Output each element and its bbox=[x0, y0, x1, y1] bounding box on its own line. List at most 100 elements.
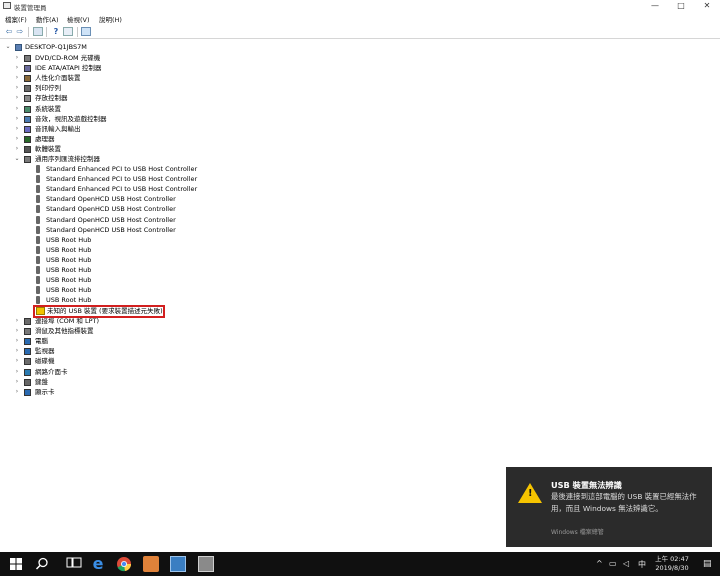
tree-usb-item-6[interactable]: Standard OpenHCD USB Host Controller bbox=[0, 225, 220, 235]
tree-usb-item-5[interactable]: Standard OpenHCD USB Host Controller bbox=[0, 215, 220, 225]
tree-category-0[interactable]: › DVD/CD-ROM 光碟機 bbox=[0, 53, 220, 63]
close-button[interactable]: ✕ bbox=[694, 0, 720, 12]
menu-help[interactable]: 說明(H) bbox=[99, 14, 122, 24]
tree-item-label: Standard OpenHCD USB Host Controller bbox=[46, 225, 176, 234]
tree-category-after-2[interactable]: › 電腦 bbox=[0, 336, 220, 346]
ime-indicator[interactable]: 中 bbox=[638, 559, 646, 570]
collapse-chevron-icon[interactable]: ⌄ bbox=[4, 42, 12, 52]
volume-icon[interactable]: ◁ bbox=[623, 559, 629, 568]
expand-chevron-icon[interactable]: › bbox=[13, 387, 21, 397]
category-icon bbox=[24, 358, 31, 366]
tree-usb-item-10[interactable]: USB Root Hub bbox=[0, 265, 220, 275]
tree-category-after-3[interactable]: › 監視器 bbox=[0, 346, 220, 356]
category-icon bbox=[24, 95, 31, 103]
tree-category-10[interactable]: ⌄ 通用序列匯流排控制器 bbox=[0, 154, 220, 164]
expand-chevron-icon[interactable]: › bbox=[13, 63, 21, 73]
tree-item-label: Standard Enhanced PCI to USB Host Contro… bbox=[46, 165, 198, 173]
tree-category-5[interactable]: › 系統裝置 bbox=[0, 104, 220, 114]
tree-usb-item-0[interactable]: Standard Enhanced PCI to USB Host Contro… bbox=[0, 164, 220, 174]
maximize-button[interactable]: □ bbox=[668, 0, 694, 12]
usb-plug-icon bbox=[36, 266, 40, 274]
edge-browser-icon[interactable]: e bbox=[90, 556, 106, 572]
search-icon[interactable] bbox=[34, 556, 50, 572]
tree-usb-item-3[interactable]: Standard OpenHCD USB Host Controller bbox=[0, 194, 220, 204]
remote-desktop-icon[interactable] bbox=[170, 556, 186, 572]
expand-chevron-icon[interactable]: › bbox=[13, 144, 21, 154]
tree-usb-item-8[interactable]: USB Root Hub bbox=[0, 245, 220, 255]
expand-chevron-icon[interactable]: › bbox=[13, 316, 21, 326]
tree-category-9[interactable]: › 軟體裝置 bbox=[0, 144, 220, 154]
tree-usb-item-12[interactable]: USB Root Hub bbox=[0, 285, 220, 295]
tree-category-7[interactable]: › 音訊輸入與輸出 bbox=[0, 124, 220, 134]
tree-root-computer[interactable]: ⌄ DESKTOP-Q1JBS7M bbox=[0, 42, 120, 52]
menu-file[interactable]: 檔案(F) bbox=[5, 14, 27, 24]
menu-action[interactable]: 動作(A) bbox=[36, 14, 59, 24]
tree-item-label: USB Root Hub bbox=[46, 255, 92, 264]
expand-chevron-icon[interactable]: › bbox=[13, 336, 21, 346]
tree-item-label: 系統裝置 bbox=[35, 104, 61, 113]
tree-category-4[interactable]: › 存放控制器 bbox=[0, 93, 220, 103]
update-driver-icon[interactable] bbox=[63, 27, 73, 36]
expand-chevron-icon[interactable]: › bbox=[13, 377, 21, 387]
tree-category-6[interactable]: › 音效，視訊及遊戲控制器 bbox=[0, 114, 220, 124]
window-title: 裝置管理員 bbox=[14, 4, 47, 12]
help-icon[interactable]: ? bbox=[51, 27, 61, 36]
expand-chevron-icon[interactable]: › bbox=[13, 114, 21, 124]
expand-chevron-icon[interactable]: › bbox=[13, 73, 21, 83]
chevron-up-icon[interactable]: ^ bbox=[596, 559, 603, 568]
expand-chevron-icon[interactable]: › bbox=[13, 134, 21, 144]
tree-category-after-7[interactable]: › 顯示卡 bbox=[0, 387, 220, 397]
toolbar-divider bbox=[46, 27, 47, 37]
notification-center-icon[interactable]: ▤ bbox=[703, 559, 712, 569]
properties-icon[interactable] bbox=[33, 27, 43, 36]
task-view-icon[interactable] bbox=[66, 556, 82, 572]
expand-chevron-icon[interactable]: › bbox=[13, 83, 21, 93]
tree-usb-item-11[interactable]: USB Root Hub bbox=[0, 275, 220, 285]
notification-toast[interactable]: ! USB 裝置無法辨識 最後連接到這部電腦的 USB 裝置已經無法作用，而且 … bbox=[506, 467, 712, 547]
network-icon[interactable]: ▭ bbox=[609, 559, 617, 568]
scan-hardware-icon[interactable] bbox=[81, 27, 91, 36]
expand-chevron-icon[interactable]: › bbox=[13, 104, 21, 114]
tree-usb-item-13[interactable]: USB Root Hub bbox=[0, 295, 220, 305]
tree-usb-item-9[interactable]: USB Root Hub bbox=[0, 255, 220, 265]
tree-item-label: Standard OpenHCD USB Host Controller bbox=[46, 195, 176, 204]
expand-chevron-icon[interactable]: › bbox=[13, 124, 21, 134]
app-package-icon[interactable] bbox=[143, 556, 159, 572]
category-icon bbox=[24, 348, 31, 356]
device-manager-taskbar-icon[interactable] bbox=[198, 556, 214, 572]
tree-usb-item-1[interactable]: Standard Enhanced PCI to USB Host Contro… bbox=[0, 174, 220, 184]
category-icon bbox=[24, 145, 31, 153]
tree-category-2[interactable]: › 人性化介面裝置 bbox=[0, 73, 220, 83]
minimize-button[interactable]: — bbox=[642, 0, 668, 12]
chrome-icon[interactable] bbox=[116, 556, 132, 572]
tree-usb-item-2[interactable]: Standard Enhanced PCI to USB Host Contro… bbox=[0, 184, 220, 194]
tree-category-after-5[interactable]: › 網路介面卡 bbox=[0, 367, 220, 377]
expand-chevron-icon[interactable]: › bbox=[13, 53, 21, 63]
collapse-chevron-icon[interactable]: ⌄ bbox=[13, 154, 21, 164]
tree-item-label: Standard Enhanced PCI to USB Host Contro… bbox=[46, 185, 198, 194]
expand-chevron-icon[interactable]: › bbox=[13, 346, 21, 356]
tree-item-label: Standard OpenHCD USB Host Controller bbox=[46, 215, 176, 224]
windows-start-icon[interactable] bbox=[8, 556, 24, 572]
tree-category-after-1[interactable]: › 滑鼠及其他指標裝置 bbox=[0, 326, 220, 336]
back-arrow-icon[interactable]: ⇦ bbox=[4, 27, 14, 36]
computer-icon bbox=[15, 44, 22, 51]
expand-chevron-icon[interactable]: › bbox=[13, 367, 21, 377]
expand-chevron-icon[interactable]: › bbox=[13, 326, 21, 336]
tree-category-after-4[interactable]: › 磁碟機 bbox=[0, 356, 220, 366]
clock-time: 上午 02:47 bbox=[655, 555, 689, 563]
tree-usb-item-4[interactable]: Standard OpenHCD USB Host Controller bbox=[0, 204, 220, 214]
expand-chevron-icon[interactable]: › bbox=[13, 356, 21, 366]
tree-category-3[interactable]: › 列印佇列 bbox=[0, 83, 220, 93]
tree-item-label: Standard Enhanced PCI to USB Host Contro… bbox=[46, 175, 198, 184]
highlight-box bbox=[33, 305, 165, 318]
tree-category-8[interactable]: › 處理器 bbox=[0, 134, 220, 144]
forward-arrow-icon[interactable]: ⇨ bbox=[15, 27, 25, 36]
tree-category-after-6[interactable]: › 鍵盤 bbox=[0, 377, 220, 387]
tree-category-1[interactable]: › IDE ATA/ATAPI 控制器 bbox=[0, 63, 220, 73]
tree-usb-item-7[interactable]: USB Root Hub bbox=[0, 235, 220, 245]
expand-chevron-icon[interactable]: › bbox=[13, 93, 21, 103]
category-icon bbox=[24, 368, 31, 376]
clock[interactable]: 上午 02:47 2019/8/30 bbox=[652, 555, 692, 573]
menu-view[interactable]: 檢視(V) bbox=[67, 14, 90, 24]
